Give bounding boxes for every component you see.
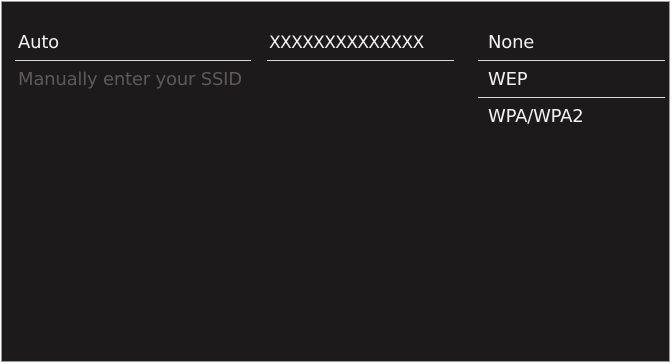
option-manual-ssid[interactable]: Manually enter your SSID bbox=[15, 61, 251, 98]
network-ssid-item[interactable]: XXXXXXXXXXXXXX bbox=[267, 24, 454, 61]
security-option-none[interactable]: None bbox=[478, 24, 665, 61]
network-list: XXXXXXXXXXXXXX bbox=[267, 24, 454, 61]
security-option-wpa-wpa2[interactable]: WPA/WPA2 bbox=[478, 98, 665, 135]
security-option-wep[interactable]: WEP bbox=[478, 61, 665, 98]
ssid-method-list: Auto Manually enter your SSID bbox=[15, 24, 251, 98]
option-auto[interactable]: Auto bbox=[15, 24, 251, 61]
security-list: None WEP WPA/WPA2 bbox=[478, 24, 665, 135]
network-setup-screen: Auto Manually enter your SSID XXXXXXXXXX… bbox=[1, 1, 670, 362]
